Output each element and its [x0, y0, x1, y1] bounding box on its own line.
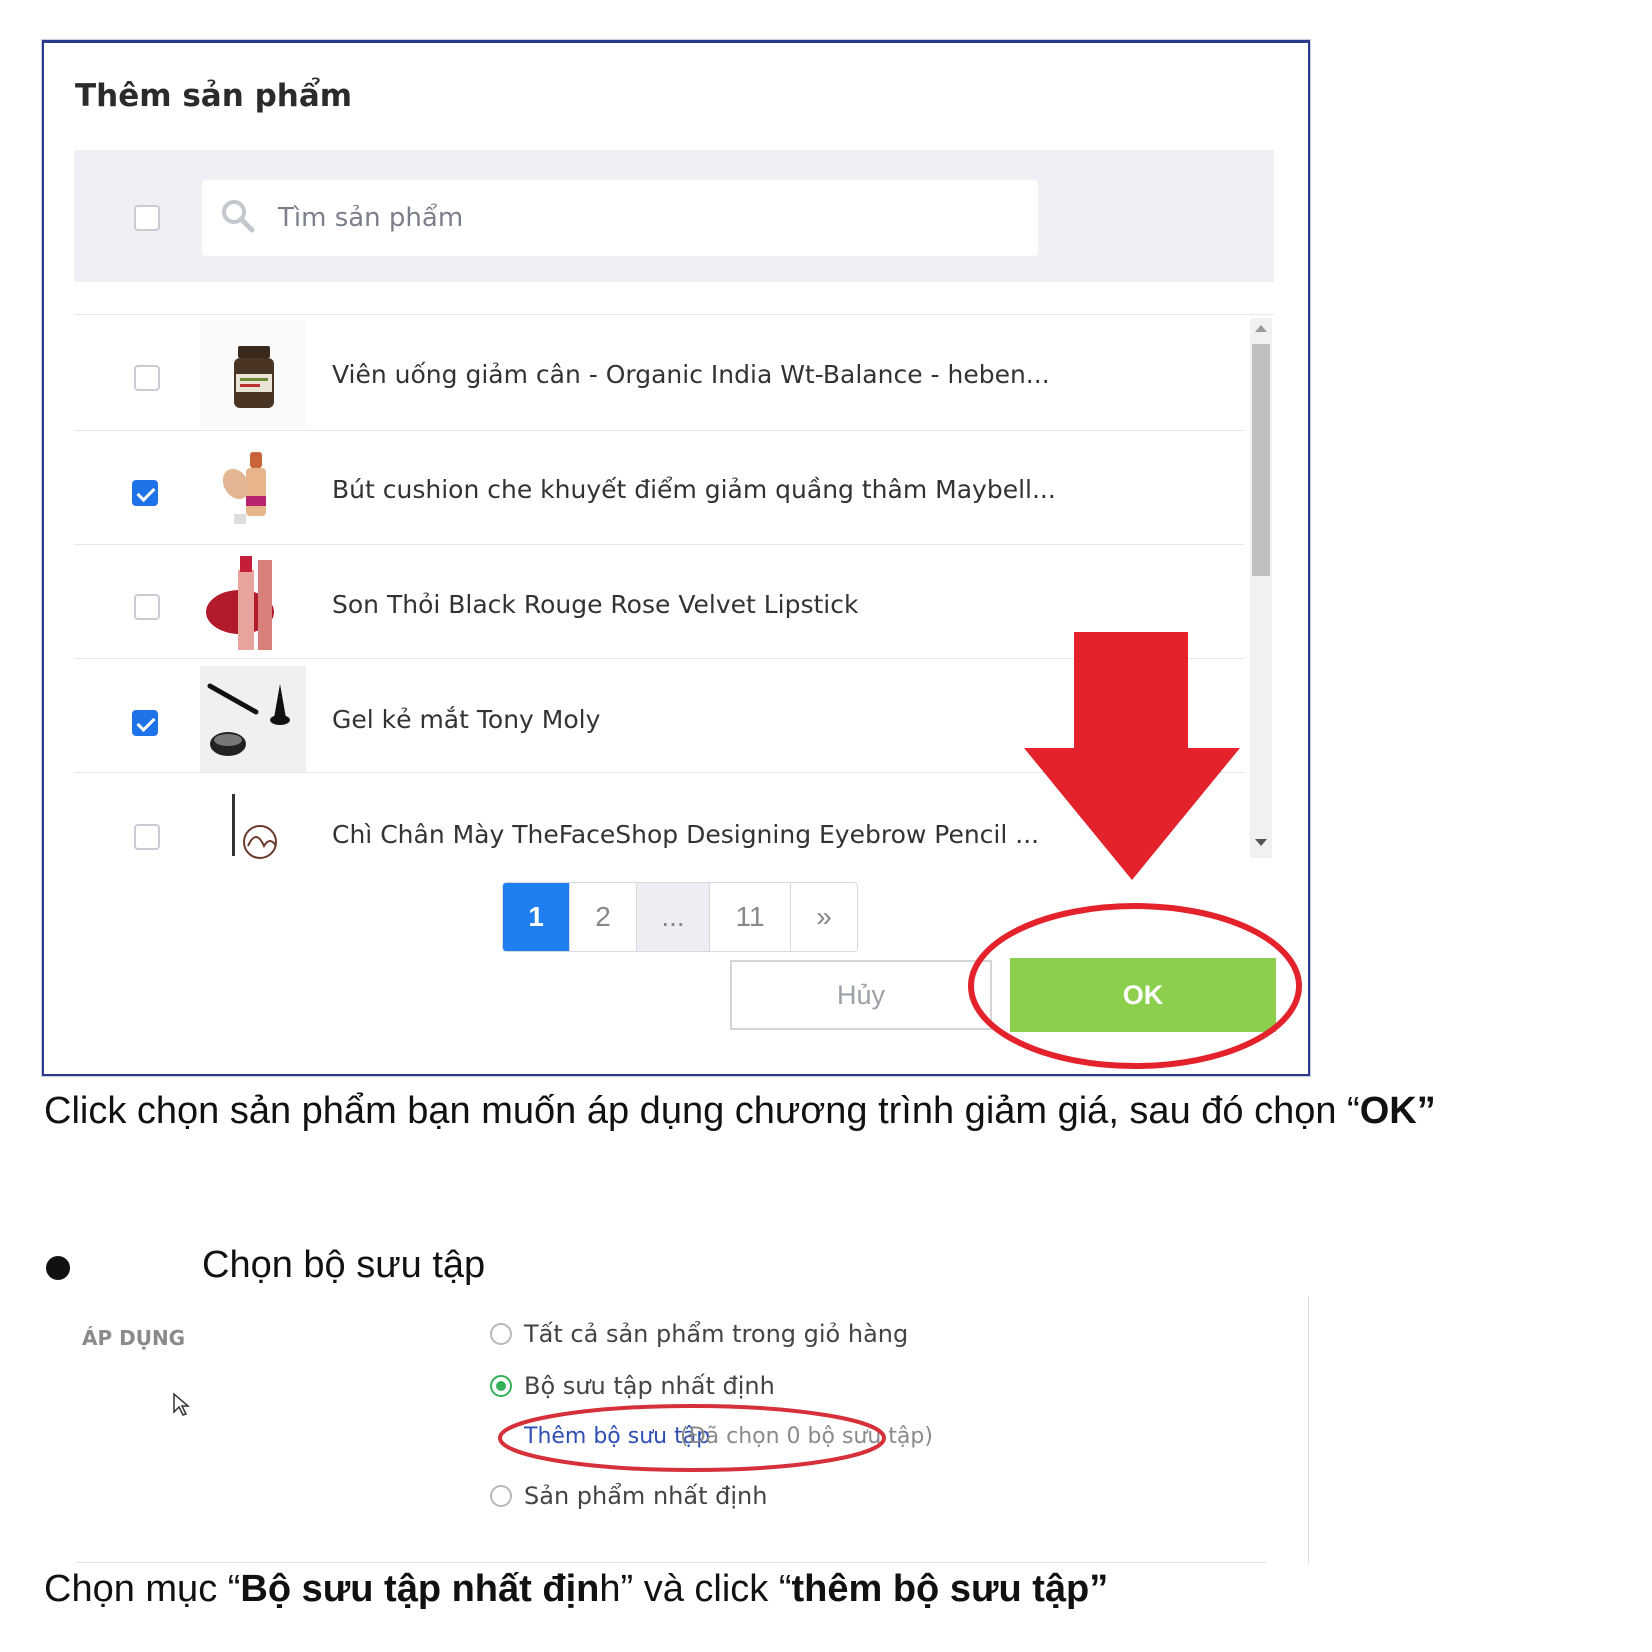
scroll-down-arrow-icon[interactable]: [1253, 836, 1269, 848]
caption-bold-text: OK: [1359, 1090, 1417, 1132]
product-name: Son Thỏi Black Rouge Rose Velvet Lipstic…: [332, 590, 859, 619]
product-thumbnail: [200, 550, 306, 656]
product-thumbnail: [200, 784, 306, 890]
product-checkbox-checked[interactable]: [132, 710, 158, 736]
supplement-bottle-image: [234, 346, 274, 408]
caption-bold-text: Bộ sưu tập nhất địn: [240, 1568, 600, 1610]
product-checkbox[interactable]: [134, 365, 160, 391]
option-all-products-label[interactable]: Tất cả sản phẩm trong giỏ hàng: [524, 1320, 908, 1348]
product-name: Chì Chân Mày TheFaceShop Designing Eyebr…: [332, 820, 1040, 849]
page-ellipsis: ...: [637, 883, 710, 951]
bullet-point: [46, 1256, 70, 1280]
apply-section-label: ÁP DỤNG: [82, 1326, 186, 1350]
concealer-pen-image: [222, 452, 266, 524]
radio-specific-products[interactable]: [490, 1485, 512, 1507]
eyebrow-pencil-image: [232, 794, 277, 859]
page-11-button[interactable]: 11: [710, 883, 791, 951]
caption-text: h” và click “: [599, 1568, 792, 1610]
section-divider-horizontal: [76, 1562, 1266, 1563]
product-name: Gel kẻ mắt Tony Moly: [332, 705, 601, 734]
eyeliner-gel-image: [207, 683, 290, 756]
radio-specific-collection[interactable]: [490, 1375, 512, 1397]
next-page-button[interactable]: »: [791, 883, 857, 951]
product-checkbox[interactable]: [134, 594, 160, 620]
product-thumbnail: [200, 320, 306, 426]
page-2-button[interactable]: 2: [570, 883, 637, 951]
modal-title: Thêm sản phẩm: [75, 78, 353, 114]
caption-text: Chọn mục “: [44, 1568, 241, 1610]
product-checkbox[interactable]: [134, 824, 160, 850]
search-placeholder: Tìm sản phẩm: [278, 203, 464, 233]
caption-text: Click chọn sản phẩm bạn muốn áp dụng chư…: [44, 1090, 1360, 1132]
lipstick-image: [206, 556, 274, 650]
search-icon: [222, 200, 255, 233]
product-name: Viên uống giảm cân - Organic India Wt-Ba…: [332, 360, 1050, 389]
red-ellipse-annotation: [968, 903, 1302, 1069]
instruction-caption-2: Chọn mục “Bộ sưu tập nhất định” và click…: [44, 1568, 1108, 1611]
product-thumbnail: [200, 436, 306, 542]
scroll-up-arrow-icon[interactable]: [1253, 322, 1269, 334]
red-ellipse-annotation: [498, 1404, 886, 1472]
mouse-cursor-icon: [173, 1392, 190, 1416]
caption-bold-text: thêm bộ sưu tập”: [791, 1568, 1109, 1610]
instruction-caption-1: Click chọn sản phẩm bạn muốn áp dụng chư…: [44, 1090, 1436, 1133]
cancel-button[interactable]: Hủy: [730, 960, 992, 1030]
pagination: 1 2 ... 11 »: [502, 882, 858, 952]
radio-all-products[interactable]: [490, 1323, 512, 1345]
scrollbar-thumb[interactable]: [1252, 344, 1270, 576]
red-down-arrow-annotation: [1024, 632, 1240, 880]
option-specific-collection-label[interactable]: Bộ sưu tập nhất định: [524, 1372, 775, 1400]
product-name: Bút cushion che khuyết điểm giảm quầng t…: [332, 475, 1056, 504]
bullet-heading: Chọn bộ sưu tập: [202, 1244, 486, 1286]
select-all-checkbox[interactable]: [134, 205, 160, 231]
option-specific-products-label[interactable]: Sản phẩm nhất định: [524, 1482, 767, 1510]
product-thumbnail: [200, 666, 306, 772]
product-checkbox-checked[interactable]: [132, 480, 158, 506]
page-1-button[interactable]: 1: [503, 883, 570, 951]
caption-quote: ”: [1416, 1090, 1436, 1132]
section-divider-vertical: [1308, 1296, 1309, 1564]
